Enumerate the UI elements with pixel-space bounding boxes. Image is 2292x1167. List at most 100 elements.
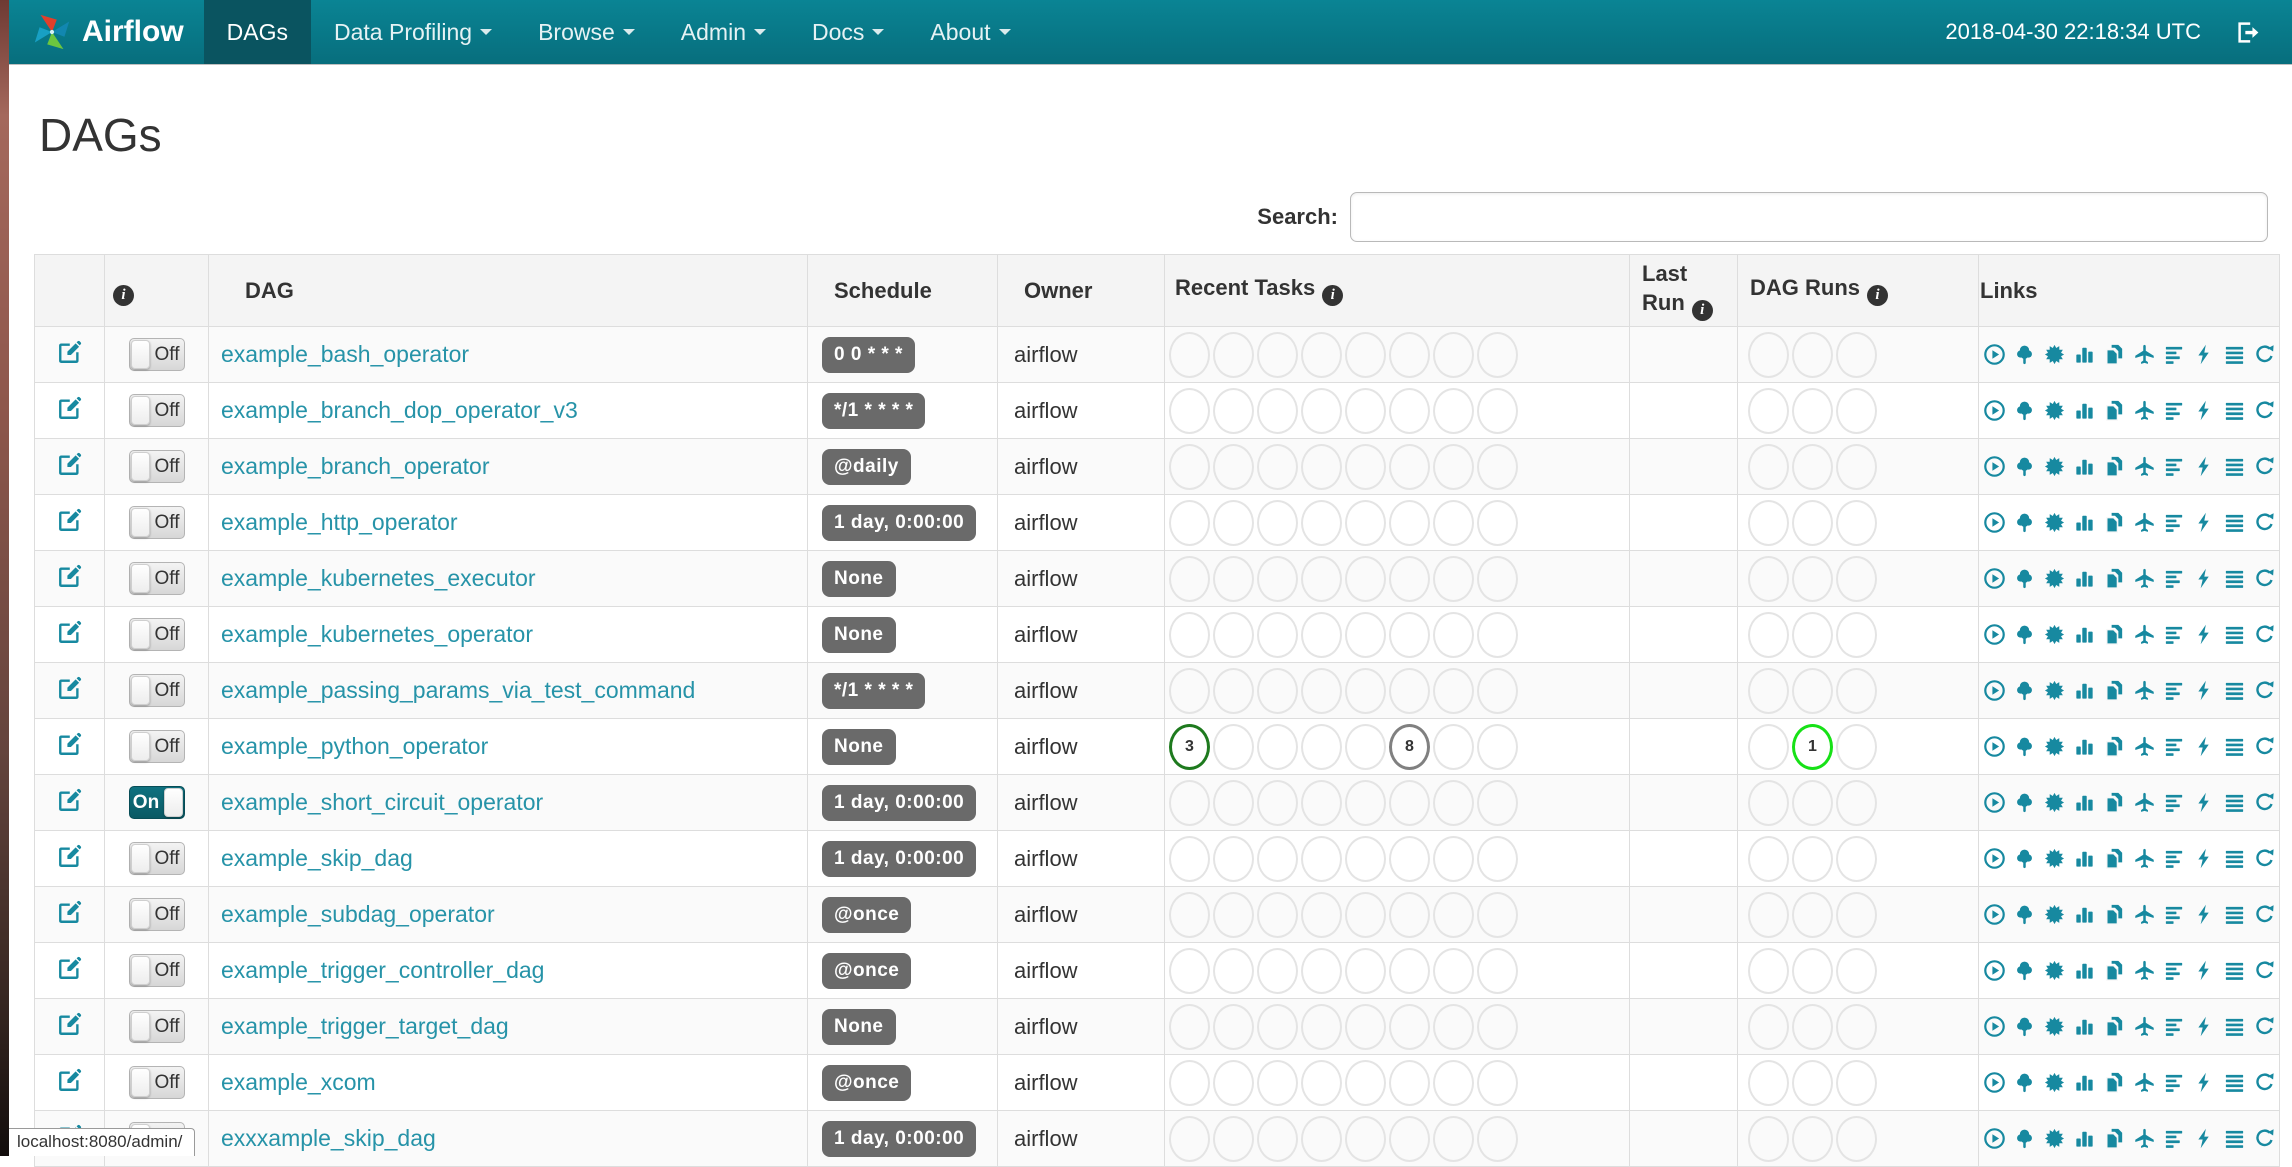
code-view-icon[interactable] (2193, 511, 2216, 534)
trigger-dag-icon[interactable] (1983, 511, 2006, 534)
task-state-circle[interactable] (1301, 948, 1342, 994)
gantt-icon[interactable] (2163, 1071, 2186, 1094)
task-state-circle[interactable] (1345, 1116, 1386, 1162)
tree-view-icon[interactable] (2013, 735, 2036, 758)
task-state-circle[interactable] (1389, 1004, 1430, 1050)
info-icon[interactable] (1322, 285, 1343, 306)
code-view-icon[interactable] (2193, 1127, 2216, 1150)
task-tries-icon[interactable] (2103, 399, 2126, 422)
task-state-circle[interactable] (1433, 892, 1474, 938)
trigger-dag-icon[interactable] (1983, 567, 2006, 590)
dag-run-circle[interactable] (1792, 668, 1833, 714)
task-state-circle[interactable] (1169, 1060, 1210, 1106)
refresh-icon[interactable] (2253, 735, 2276, 758)
task-state-circle[interactable] (1389, 1060, 1430, 1106)
trigger-dag-icon[interactable] (1983, 399, 2006, 422)
code-view-icon[interactable] (2193, 1071, 2216, 1094)
task-tries-icon[interactable] (2103, 959, 2126, 982)
dag-run-circle[interactable] (1836, 1060, 1877, 1106)
task-state-circle[interactable] (1389, 332, 1430, 378)
task-state-circle[interactable] (1169, 668, 1210, 714)
task-state-circle[interactable] (1433, 1004, 1474, 1050)
dag-pause-toggle[interactable]: On (129, 786, 185, 819)
task-state-circle[interactable] (1257, 668, 1298, 714)
dag-run-circle[interactable] (1748, 388, 1789, 434)
tree-view-icon[interactable] (2013, 1071, 2036, 1094)
task-duration-icon[interactable] (2073, 679, 2096, 702)
code-view-icon[interactable] (2193, 1015, 2216, 1038)
task-state-circle[interactable] (1389, 612, 1430, 658)
edit-dag-icon[interactable] (57, 507, 83, 533)
dag-pause-toggle[interactable]: Off (129, 898, 185, 931)
task-state-circle[interactable] (1213, 388, 1254, 434)
landing-times-icon[interactable] (2133, 1127, 2156, 1150)
trigger-dag-icon[interactable] (1983, 679, 2006, 702)
dag-run-circle[interactable] (1792, 444, 1833, 490)
edit-dag-icon[interactable] (57, 395, 83, 421)
task-state-circle[interactable] (1213, 1116, 1254, 1162)
task-state-circle[interactable] (1301, 780, 1342, 826)
dag-run-circle[interactable] (1748, 780, 1789, 826)
graph-view-icon[interactable] (2043, 1015, 2066, 1038)
refresh-icon[interactable] (2253, 343, 2276, 366)
task-tries-icon[interactable] (2103, 679, 2126, 702)
code-view-icon[interactable] (2193, 343, 2216, 366)
tree-view-icon[interactable] (2013, 791, 2036, 814)
task-state-circle[interactable] (1169, 780, 1210, 826)
dag-link[interactable]: example_http_operator (221, 509, 458, 535)
task-tries-icon[interactable] (2103, 511, 2126, 534)
dag-run-circle[interactable] (1748, 1060, 1789, 1106)
task-state-circle[interactable] (1345, 948, 1386, 994)
trigger-dag-icon[interactable] (1983, 343, 2006, 366)
task-state-circle[interactable] (1213, 1004, 1254, 1050)
task-state-circle[interactable] (1389, 388, 1430, 434)
task-state-circle[interactable] (1169, 500, 1210, 546)
dag-run-circle[interactable] (1836, 780, 1877, 826)
task-tries-icon[interactable] (2103, 623, 2126, 646)
task-duration-icon[interactable] (2073, 735, 2096, 758)
task-state-circle[interactable]: 3 (1169, 724, 1210, 770)
task-state-circle[interactable] (1257, 780, 1298, 826)
edit-dag-icon[interactable] (57, 899, 83, 925)
dag-pause-toggle[interactable]: Off (129, 674, 185, 707)
task-state-circle[interactable] (1389, 556, 1430, 602)
trigger-dag-icon[interactable] (1983, 455, 2006, 478)
dag-run-circle[interactable] (1748, 1116, 1789, 1162)
logs-icon[interactable] (2223, 735, 2246, 758)
code-view-icon[interactable] (2193, 791, 2216, 814)
gantt-icon[interactable] (2163, 903, 2186, 926)
graph-view-icon[interactable] (2043, 903, 2066, 926)
task-state-circle[interactable] (1213, 444, 1254, 490)
task-state-circle[interactable] (1301, 612, 1342, 658)
code-view-icon[interactable] (2193, 735, 2216, 758)
task-state-circle[interactable] (1433, 1116, 1474, 1162)
airflow-brand[interactable]: Airflow (9, 11, 204, 53)
tree-view-icon[interactable] (2013, 847, 2036, 870)
trigger-dag-icon[interactable] (1983, 959, 2006, 982)
tree-view-icon[interactable] (2013, 511, 2036, 534)
task-state-circle[interactable] (1213, 668, 1254, 714)
dag-run-circle[interactable]: 1 (1792, 724, 1833, 770)
task-state-circle[interactable] (1433, 556, 1474, 602)
dag-run-circle[interactable] (1748, 836, 1789, 882)
task-state-circle[interactable] (1345, 500, 1386, 546)
landing-times-icon[interactable] (2133, 791, 2156, 814)
task-state-circle[interactable] (1389, 444, 1430, 490)
landing-times-icon[interactable] (2133, 623, 2156, 646)
task-state-circle[interactable] (1213, 500, 1254, 546)
logs-icon[interactable] (2223, 903, 2246, 926)
task-state-circle[interactable] (1433, 836, 1474, 882)
logs-icon[interactable] (2223, 1127, 2246, 1150)
landing-times-icon[interactable] (2133, 399, 2156, 422)
info-icon[interactable] (113, 285, 134, 306)
graph-view-icon[interactable] (2043, 455, 2066, 478)
dag-run-circle[interactable] (1836, 724, 1877, 770)
refresh-icon[interactable] (2253, 567, 2276, 590)
dag-run-circle[interactable] (1836, 892, 1877, 938)
task-state-circle[interactable] (1345, 1004, 1386, 1050)
task-duration-icon[interactable] (2073, 959, 2096, 982)
task-duration-icon[interactable] (2073, 623, 2096, 646)
task-tries-icon[interactable] (2103, 1015, 2126, 1038)
task-tries-icon[interactable] (2103, 1071, 2126, 1094)
tree-view-icon[interactable] (2013, 959, 2036, 982)
